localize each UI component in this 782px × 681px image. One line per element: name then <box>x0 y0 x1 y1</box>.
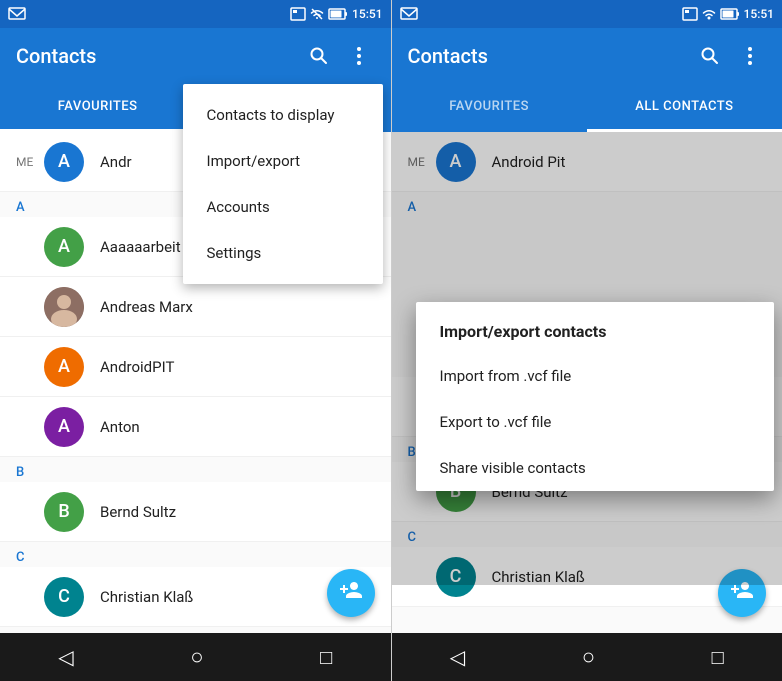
left-app-title: Contacts <box>16 44 96 68</box>
right-sim-icon <box>682 7 698 21</box>
import-export-dialog: Import/export contacts Import from .vcf … <box>416 302 775 491</box>
contact-name-anton-left: Anton <box>100 418 140 436</box>
contact-row-anton-left[interactable]: A Anton <box>0 397 391 457</box>
avatar-bernd-left: B <box>44 492 84 532</box>
status-right-icons: 15:51 <box>290 7 382 21</box>
right-app-title: Contacts <box>408 44 488 68</box>
avatar-aaaaaarbeit: A <box>44 227 84 267</box>
left-app-actions <box>303 40 375 72</box>
left-status-bar: 15:51 <box>0 0 391 28</box>
battery-icon <box>328 7 348 21</box>
right-panel: 15:51 Contacts FAVOURITES ALL CONTACTS M… <box>392 0 782 681</box>
home-button-right[interactable]: ○ <box>582 644 595 670</box>
fab-add-contact-left[interactable] <box>327 569 375 617</box>
dropdown-menu: Contacts to display Import/export Accoun… <box>183 84 383 284</box>
left-panel: 15:51 Contacts FAVOURITES ALL CONTACTS M… <box>0 0 391 681</box>
dropdown-import-export[interactable]: Import/export <box>183 138 383 184</box>
right-more-options-button[interactable] <box>734 40 766 72</box>
section-b-left: B <box>0 457 391 482</box>
contact-name-me: Andr <box>100 153 132 171</box>
right-status-bar: 15:51 <box>392 0 782 28</box>
right-status-left <box>400 7 418 21</box>
dialog-title: Import/export contacts <box>416 302 775 353</box>
right-contact-list: ME A Android Pit A A Anton B B Bernd Sul… <box>392 132 782 633</box>
right-tab-all-contacts[interactable]: ALL CONTACTS <box>587 84 782 132</box>
dialog-export-vcf[interactable]: Export to .vcf file <box>416 399 775 445</box>
search-button[interactable] <box>303 40 335 72</box>
wifi-icon <box>310 7 324 21</box>
time-display: 15:51 <box>352 7 382 21</box>
notification-icon <box>8 7 26 21</box>
right-battery-icon <box>720 7 740 21</box>
right-tab-favourites[interactable]: FAVOURITES <box>392 84 587 132</box>
avatar-me: A <box>44 142 84 182</box>
right-nav-bar: ◁ ○ □ <box>392 633 782 681</box>
contact-name-androidpit: AndroidPIT <box>100 358 174 376</box>
home-button-left[interactable]: ○ <box>190 644 203 670</box>
left-nav-bar: ◁ ○ □ <box>0 633 391 681</box>
dropdown-settings[interactable]: Settings <box>183 230 383 276</box>
contact-name-bernd-left: Bernd Sultz <box>100 503 176 521</box>
left-app-bar: Contacts <box>0 28 391 84</box>
right-notification-icon <box>400 7 418 21</box>
section-c-left: C <box>0 542 391 567</box>
status-left-icons <box>8 7 26 21</box>
right-app-bar: Contacts <box>392 28 782 84</box>
back-button-left[interactable]: ◁ <box>58 645 73 669</box>
add-person-icon <box>339 578 363 608</box>
avatar-anton-left: A <box>44 407 84 447</box>
right-status-right: 15:51 <box>682 7 774 21</box>
dropdown-contacts-to-display[interactable]: Contacts to display <box>183 92 383 138</box>
dropdown-accounts[interactable]: Accounts <box>183 184 383 230</box>
right-search-button[interactable] <box>694 40 726 72</box>
contact-row-bernd-left[interactable]: B Bernd Sultz <box>0 482 391 542</box>
contact-name-aaaaaarbeit: Aaaaaarbeit <box>100 238 181 256</box>
back-button-right[interactable]: ◁ <box>450 645 465 669</box>
right-tabs-bar: FAVOURITES ALL CONTACTS <box>392 84 782 132</box>
contact-row-andreas-marx[interactable]: Andreas Marx <box>0 277 391 337</box>
sim-icon <box>290 7 306 21</box>
dialog-share-contacts[interactable]: Share visible contacts <box>416 445 775 491</box>
avatar-christian-left: C <box>44 577 84 617</box>
avatar-androidpit: A <box>44 347 84 387</box>
more-options-button[interactable] <box>343 40 375 72</box>
me-label: ME <box>16 155 44 169</box>
recent-button-left[interactable]: □ <box>320 645 332 670</box>
contact-name-andreas-marx: Andreas Marx <box>100 298 193 316</box>
recent-button-right[interactable]: □ <box>712 645 724 670</box>
contact-name-christian-left: Christian Klaß <box>100 588 193 606</box>
avatar-andreas-marx <box>44 287 84 327</box>
right-app-actions <box>694 40 766 72</box>
left-tab-favourites[interactable]: FAVOURITES <box>0 84 195 132</box>
right-time-display: 15:51 <box>744 7 774 21</box>
right-wifi-icon <box>702 7 716 21</box>
contact-row-androidpit[interactable]: A AndroidPIT <box>0 337 391 397</box>
dialog-import-vcf[interactable]: Import from .vcf file <box>416 353 775 399</box>
